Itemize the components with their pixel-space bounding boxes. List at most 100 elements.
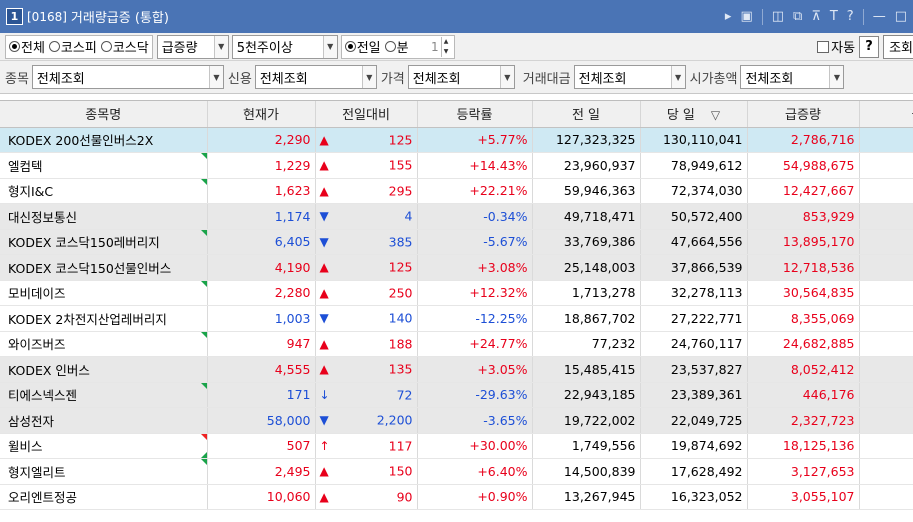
up-arrow-icon: ▲ xyxy=(319,464,329,479)
col-header-prev-volume[interactable]: 전 일 xyxy=(532,101,641,128)
divider xyxy=(862,8,864,25)
cell-stock-name[interactable]: 대신정보통신 xyxy=(0,203,208,230)
col-header-today-volume[interactable]: 당 일 ▽ xyxy=(640,101,748,128)
minute-stepper[interactable]: 1 ▲ ▼ xyxy=(416,35,451,58)
step-up-icon[interactable]: ▲ xyxy=(442,37,451,47)
table-row[interactable]: 형지엘리트 2,495 ▲ 150 +6.40% 14,500,839 17,628,492… xyxy=(0,458,913,485)
table-row[interactable]: KODEX 코스닥150선물인버스 4,190 ▲ 125 +3.08% 25,148,0… xyxy=(0,254,913,281)
cell-stock-name[interactable]: KODEX 2차전지산업레버리지 xyxy=(0,305,208,332)
table-row[interactable]: 엘컴텍 1,229 ▲ 155 +14.43% 23,960,937 78,949,612 5… xyxy=(0,152,913,179)
table-row[interactable]: KODEX 200선물인버스2X 2,290 ▲ 125 +5.77% 127,323,3… xyxy=(0,127,913,153)
table-row[interactable]: KODEX 인버스 4,555 ▲ 135 +3.05% 15,485,415 23,537… xyxy=(0,356,913,383)
table-row[interactable]: 삼성전자 58,000 ▼ 2,200 -3.65% 19,722,002 22,049,7… xyxy=(0,407,913,434)
cell-stock-name[interactable]: KODEX 200선물인버스2X xyxy=(0,127,208,153)
marker-flag xyxy=(200,433,206,440)
cell-rate: +3.05% xyxy=(417,356,533,383)
cell-surge: 8,052,412 xyxy=(747,356,860,383)
cell-surge-rate xyxy=(859,280,913,306)
up-arrow-icon: ▲ xyxy=(319,158,329,173)
cell-change: ▼ 385 xyxy=(315,229,418,255)
font-size-icon[interactable]: T xyxy=(830,9,838,24)
radio-kospi[interactable]: 코스피 xyxy=(48,37,97,56)
radio-all[interactable]: 전체 xyxy=(9,37,45,56)
copy-window-icon[interactable]: ⧉ xyxy=(793,9,802,24)
table-row[interactable]: KODEX 2차전지산업레버리지 1,003 ▼ 140 -12.25% 18,867,7… xyxy=(0,305,913,332)
cell-stock-name[interactable]: KODEX 코스닥150레버리지 xyxy=(0,229,208,255)
volume-surge-table: 종목명 현재가 전일대비 등락률 전 일 당 일▽ 급증량 급 KODEX 20… xyxy=(0,100,913,522)
cell-change: ↓ 72 xyxy=(315,382,418,408)
volume-threshold-select[interactable]: 5천주이상 ▼ xyxy=(231,34,338,59)
cell-price: 1,623 xyxy=(207,178,316,204)
cell-surge: 30,564,835 xyxy=(747,280,860,306)
help-button[interactable]: ? xyxy=(859,35,880,58)
window-title: 거래량급증 (통합) xyxy=(70,11,169,26)
price-filter-select[interactable]: 전체조회 ▼ xyxy=(407,65,515,89)
col-header-change[interactable]: 전일대비 xyxy=(315,101,418,128)
cell-rate: -5.67% xyxy=(417,229,533,255)
col-header-surge[interactable]: 급증량 xyxy=(747,101,860,128)
cell-stock-name[interactable]: KODEX 코스닥150선물인버스 xyxy=(0,254,208,281)
cell-change: ↑ 117 xyxy=(315,433,418,459)
pin-icon[interactable]: ⊼ xyxy=(811,9,821,24)
cell-change: ▲ 155 xyxy=(315,152,418,179)
step-down-icon[interactable]: ▼ xyxy=(442,47,451,57)
cell-surge-rate xyxy=(859,484,913,510)
layout-icon[interactable]: ◫ xyxy=(772,9,784,24)
credit-filter-select[interactable]: 전체조회 ▼ xyxy=(254,65,377,89)
sort-type-select[interactable]: 급증량 ▼ xyxy=(156,34,229,59)
cell-today-volume: 72,374,030 xyxy=(640,178,748,204)
table-row[interactable]: 오리엔트정공 10,060 ▲ 90 +0.90% 13,267,945 16,323,05… xyxy=(0,484,913,510)
minimize-icon[interactable]: — xyxy=(873,9,886,24)
table-row[interactable]: 와이즈버즈 947 ▲ 188 +24.77% 77,232 24,760,117 24,68… xyxy=(0,331,913,357)
market-cap-filter-select[interactable]: 전체조회 ▼ xyxy=(740,65,845,89)
col-header-price[interactable]: 현재가 xyxy=(207,101,316,128)
cell-stock-name[interactable]: 삼성전자 xyxy=(0,407,208,434)
trade-value-filter-select[interactable]: 전체조회 ▼ xyxy=(573,65,686,89)
cell-stock-name[interactable]: 형지엘리트 xyxy=(0,458,208,485)
cell-prev-volume: 14,500,839 xyxy=(532,458,641,485)
cell-change: ▲ 188 xyxy=(315,331,418,357)
table-row[interactable]: 대신정보통신 1,174 ▼ 4 -0.34% 49,718,471 50,572,400 8… xyxy=(0,203,913,230)
cell-stock-name[interactable]: 윌비스 xyxy=(0,433,208,459)
lookup-button[interactable]: 조회 xyxy=(883,34,913,59)
cell-stock-name[interactable]: 모비데이즈 xyxy=(0,280,208,306)
cell-surge-rate xyxy=(859,203,913,230)
cell-price: 507 xyxy=(207,433,316,459)
auto-refresh-checkbox[interactable]: 자동 xyxy=(817,37,855,56)
table-row[interactable]: 모비데이즈 2,280 ▲ 250 +12.32% 1,713,278 32,278,113… xyxy=(0,280,913,306)
maximize-icon[interactable]: □ xyxy=(895,9,907,24)
up-arrow-icon: ▲ xyxy=(319,336,329,351)
filter-row-2: 종목 전체조회 ▼ 신용 전체조회 ▼ 가격 전체조회 ▼ 거래대금 전체조회 … xyxy=(0,61,913,94)
marker-flag xyxy=(200,153,206,159)
radio-minute[interactable]: 분 xyxy=(384,37,409,56)
cell-surge: 13,895,170 xyxy=(747,229,860,255)
table-row[interactable]: 티에스넥스젠 171 ↓ 72 -29.63% 22,943,185 23,389,361 4… xyxy=(0,382,913,408)
cell-stock-name[interactable]: KODEX 인버스 xyxy=(0,356,208,383)
expand-icon[interactable]: ▸ xyxy=(725,9,732,24)
cell-surge-rate xyxy=(859,356,913,383)
screen-icon[interactable]: ▣ xyxy=(740,9,752,24)
help-icon[interactable]: ? xyxy=(847,9,854,24)
cell-stock-name[interactable]: 오리엔트정공 xyxy=(0,484,208,510)
cell-surge-rate xyxy=(859,254,913,281)
col-header-surge-rate[interactable]: 급 xyxy=(859,101,913,128)
window-number-badge[interactable]: 1 xyxy=(6,8,23,25)
sort-desc-icon: ▽ xyxy=(710,108,721,123)
cell-stock-name[interactable]: 엘컴텍 xyxy=(0,152,208,179)
col-header-name[interactable]: 종목명 xyxy=(0,101,208,128)
table-row[interactable]: 형지I&C 1,623 ▲ 295 +22.21% 59,946,363 72,374,03… xyxy=(0,178,913,204)
radio-dot xyxy=(9,41,20,52)
cell-stock-name[interactable]: 와이즈버즈 xyxy=(0,331,208,357)
radio-prev-day[interactable]: 전일 xyxy=(344,37,381,56)
radio-kosdaq[interactable]: 코스닥 xyxy=(100,37,149,56)
down-arrow-icon: ▼ xyxy=(319,209,329,224)
cell-change: ▲ 150 xyxy=(315,458,418,485)
cell-stock-name[interactable]: 티에스넥스젠 xyxy=(0,382,208,408)
cell-stock-name[interactable]: 형지I&C xyxy=(0,178,208,204)
table-row[interactable]: KODEX 코스닥150레버리지 6,405 ▼ 385 -5.67% 33,769,38… xyxy=(0,229,913,255)
stock-filter-select[interactable]: 전체조회 ▼ xyxy=(31,65,224,89)
cell-surge-rate xyxy=(859,178,913,204)
col-header-rate[interactable]: 등락률 xyxy=(417,101,533,128)
table-row[interactable]: 윌비스 507 ↑ 117 +30.00% 1,749,556 19,874,692 18,1… xyxy=(0,433,913,459)
cell-price: 10,060 xyxy=(207,484,316,510)
